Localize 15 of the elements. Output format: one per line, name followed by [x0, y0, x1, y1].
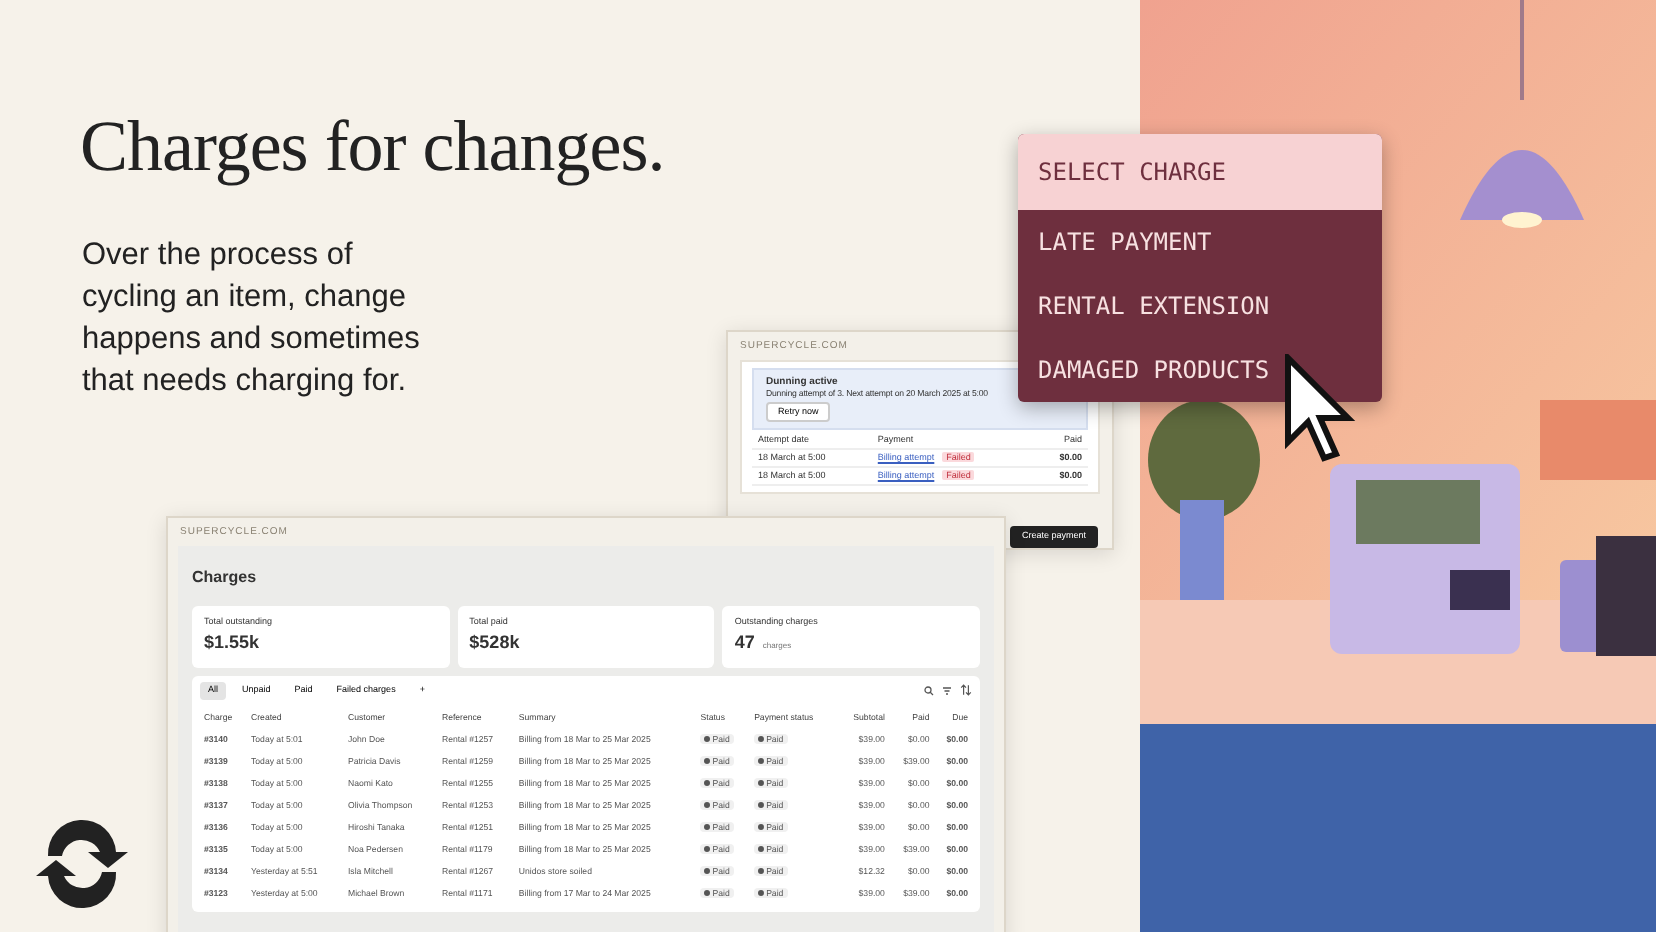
search-icon[interactable]: [924, 685, 934, 696]
menu-item[interactable]: RENTAL EXTENSION: [1018, 274, 1382, 338]
sort-icon[interactable]: [960, 684, 972, 697]
cursor-icon: [1284, 354, 1360, 466]
menu-item[interactable]: LATE PAYMENT: [1018, 210, 1382, 274]
page-heading: Charges: [192, 566, 259, 590]
stat-value: $528k: [469, 629, 520, 656]
stat-value: $1.55k: [204, 629, 260, 656]
menu-item[interactable]: DAMAGED PRODUCTS: [1018, 338, 1382, 402]
menu-header: SELECT CHARGE: [1018, 134, 1382, 210]
logo-icon: [32, 816, 132, 912]
body-text: Over the process of cycling an item, change happens and sometimes that needs charging for.: [82, 236, 422, 402]
headline: Charges for changes.: [80, 104, 665, 190]
stat-value: 47: [734, 629, 755, 656]
filter-icon[interactable]: [942, 685, 952, 696]
